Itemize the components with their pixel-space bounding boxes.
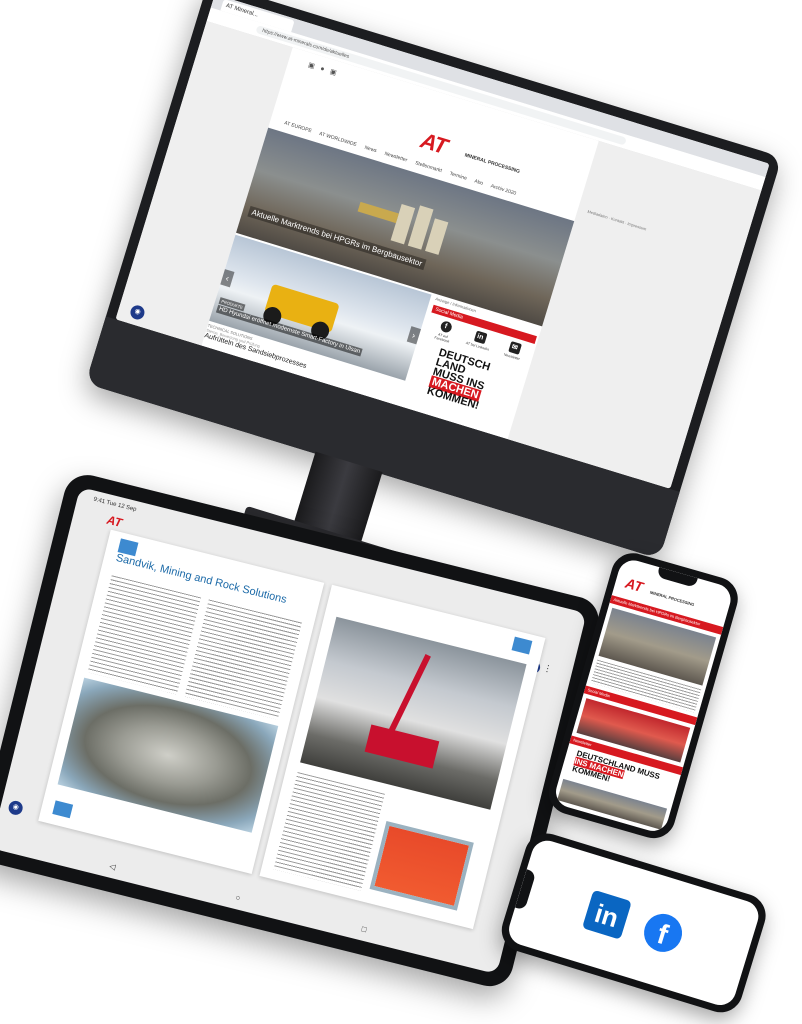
facebook-icon[interactable]: f: [639, 909, 687, 957]
accessibility-fab[interactable]: ◉: [7, 799, 25, 817]
nav-item[interactable]: AT EUROPE: [283, 120, 312, 134]
phone-landscape-screen: in f: [505, 836, 763, 1010]
social-label: AT auf Facebook: [433, 332, 450, 344]
linkedin-icon: in: [473, 330, 488, 345]
monitor-bezel: AT Mineral... https://www.at-minerals.co…: [85, 0, 783, 559]
nav-item[interactable]: Newsletter: [384, 151, 408, 164]
drill-body: [364, 724, 440, 769]
header-social-icons[interactable]: ▣ ● ▣: [307, 61, 339, 78]
text-column: [273, 772, 386, 891]
linkedin-icon[interactable]: in: [581, 889, 632, 940]
tablet-app-logo[interactable]: AT: [105, 513, 123, 530]
site-logo-subtitle: MINERAL PROCESSING: [463, 152, 521, 175]
phone-landscape: in f: [496, 828, 772, 1018]
page-badge-icon: [52, 800, 74, 819]
newsletter-icon: ✉: [507, 340, 522, 355]
nav-item[interactable]: Abo: [474, 178, 484, 186]
phone-logo-subtitle: MINERAL PROCESSING: [649, 589, 695, 608]
social-link-facebook[interactable]: f AT auf Facebook: [429, 318, 460, 346]
text-column: [87, 575, 202, 695]
social-link-linkedin[interactable]: in AT bei LinkedIn: [463, 328, 494, 356]
text-column: [184, 599, 302, 720]
tablet-status-bar: 9:41 Tue 12 Sep: [92, 496, 138, 514]
more-icon[interactable]: ⋮: [542, 663, 553, 675]
social-link-newsletter[interactable]: ✉ Newsletter: [498, 339, 529, 367]
bucket-photo: [369, 820, 474, 911]
page-badge-icon: [511, 636, 533, 655]
slider-next-arrow[interactable]: ›: [406, 326, 421, 345]
nav-item[interactable]: Archiv 2020: [490, 183, 517, 196]
site-logo[interactable]: AT: [418, 127, 450, 159]
phone-notch: [515, 869, 537, 911]
back-icon[interactable]: ◁: [108, 861, 116, 871]
hero-conveyor: [357, 201, 399, 224]
phone-site-logo[interactable]: AT: [624, 575, 645, 595]
recents-icon[interactable]: □: [361, 924, 368, 934]
nav-item[interactable]: News: [364, 145, 378, 154]
home-icon[interactable]: ○: [234, 893, 241, 903]
nav-item[interactable]: Termine: [449, 171, 468, 182]
phone-notch: [656, 567, 698, 588]
facebook-icon: f: [438, 319, 453, 334]
nav-item[interactable]: Stellenmarkt: [414, 160, 442, 174]
